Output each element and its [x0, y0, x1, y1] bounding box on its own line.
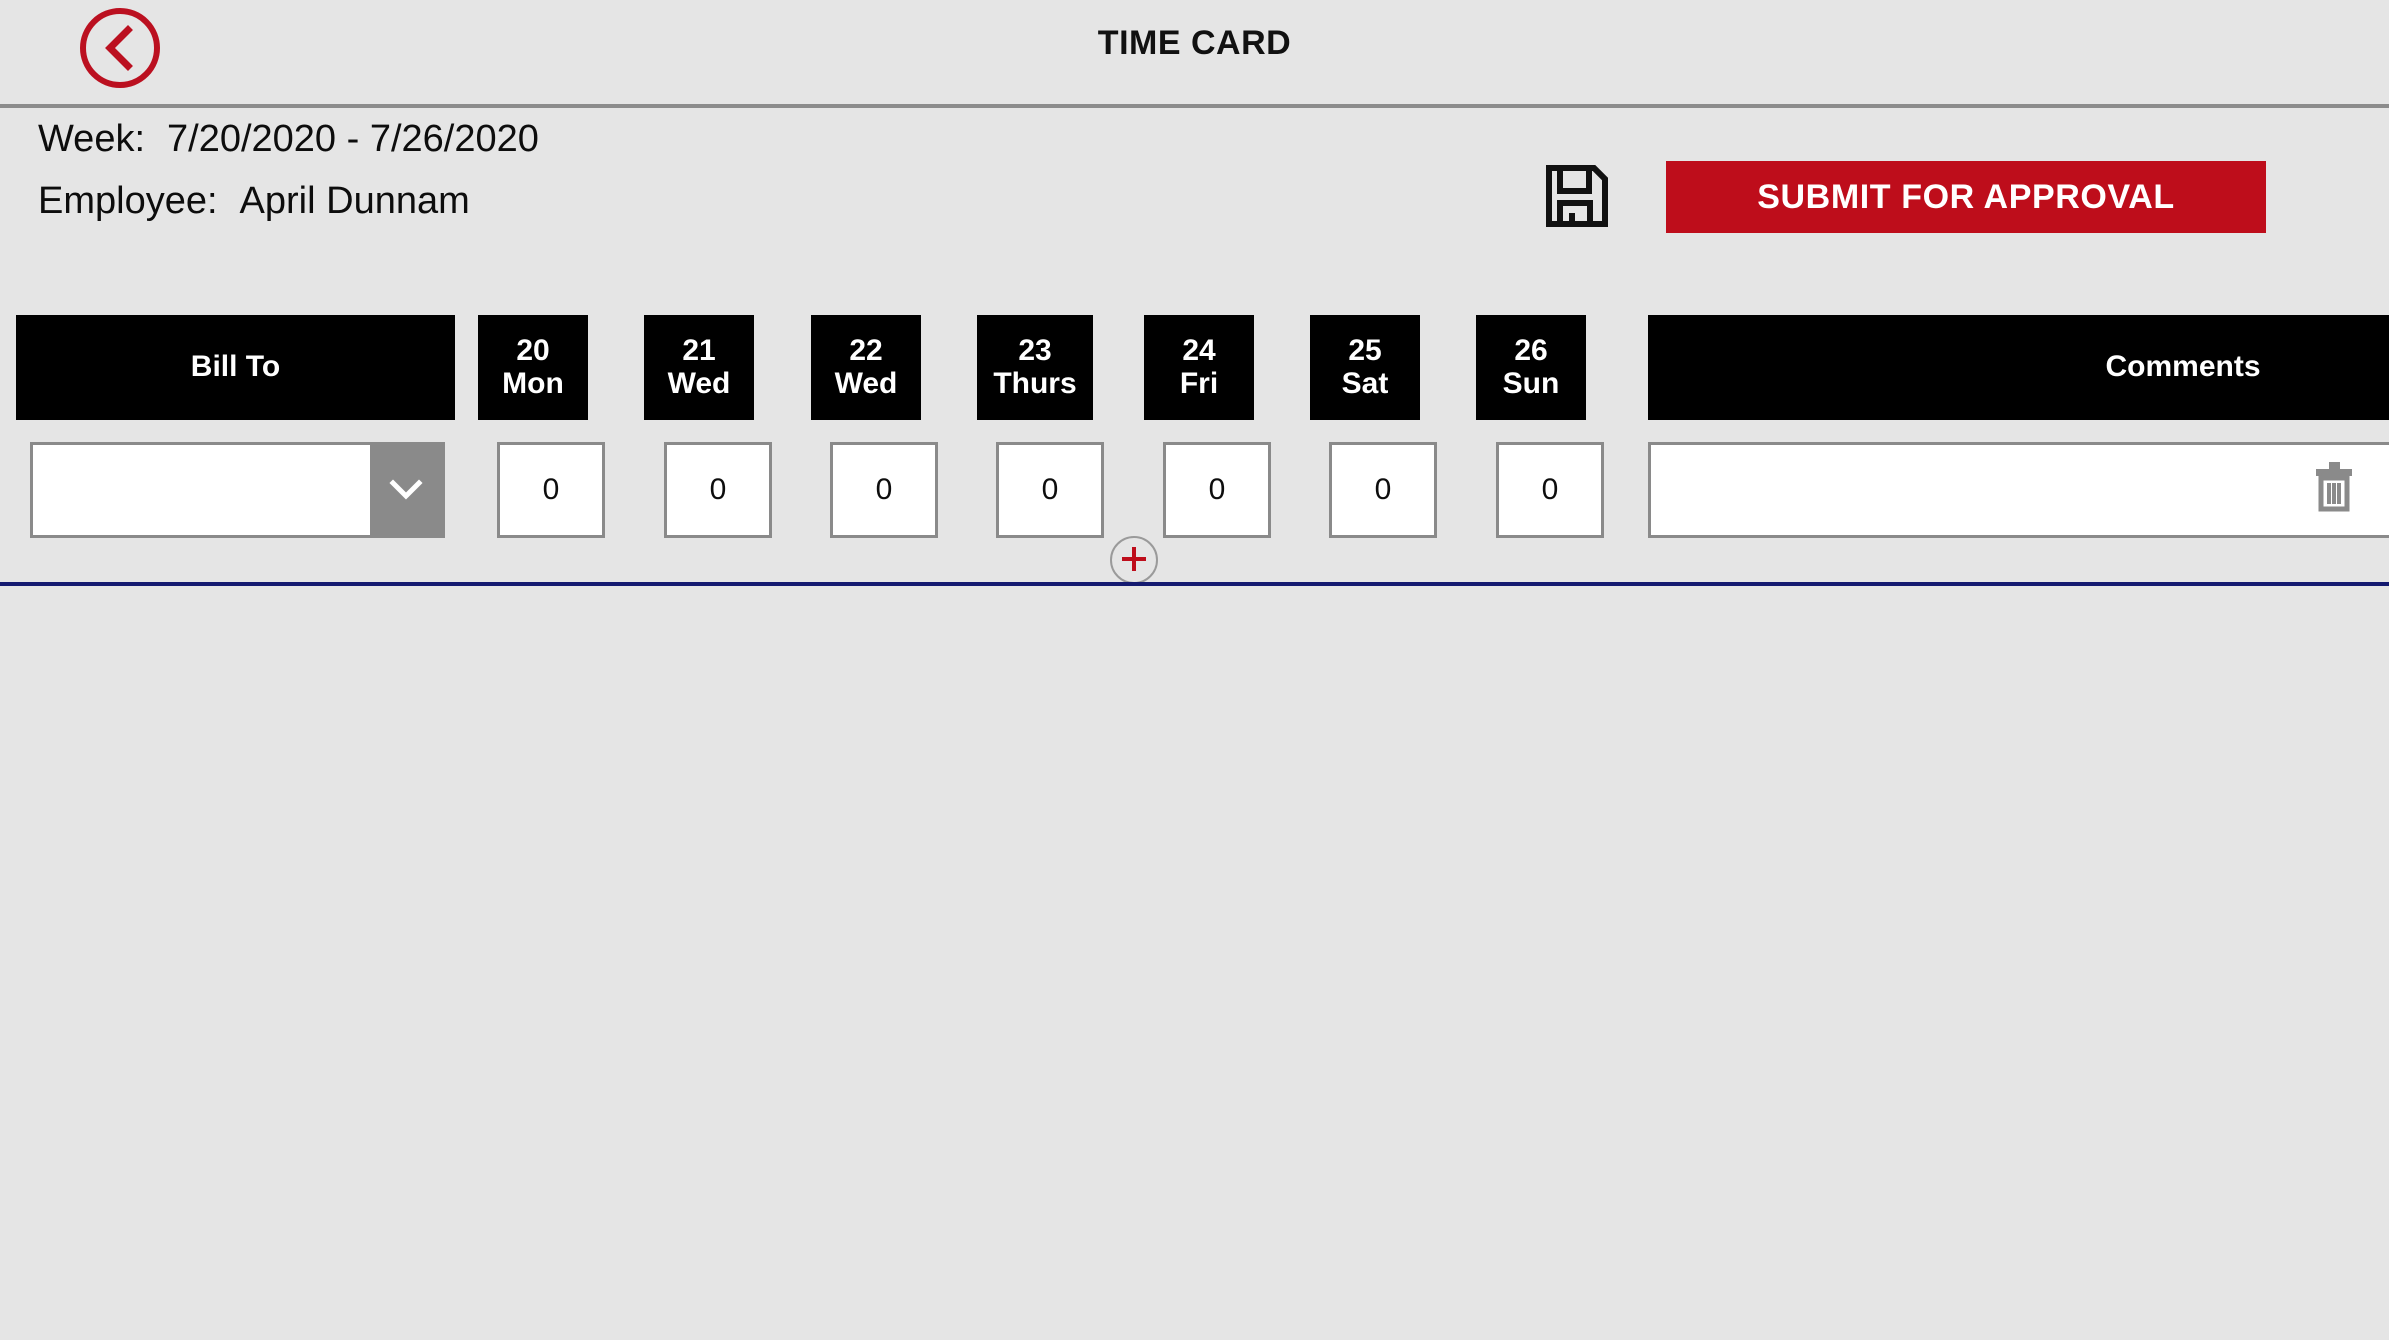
title-bar: TIME CARD: [0, 0, 2389, 104]
page-title: TIME CARD: [1097, 24, 1292, 62]
trash-icon: [2313, 460, 2355, 515]
hours-input-sat[interactable]: [1329, 442, 1437, 538]
delete-row-button[interactable]: [2310, 456, 2358, 518]
column-header-sun: 26 Sun: [1476, 315, 1586, 420]
column-header-bill-to: Bill To: [16, 315, 455, 420]
comments-input[interactable]: [1648, 442, 2389, 538]
column-header-mon: 20 Mon: [478, 315, 588, 420]
header-divider: [0, 104, 2389, 108]
plus-icon: [1119, 544, 1149, 577]
employee-value: April Dunnam: [239, 180, 470, 222]
hours-input-fri[interactable]: [1163, 442, 1271, 538]
bill-to-dropdown[interactable]: [30, 442, 445, 538]
employee-label: Employee:: [38, 180, 218, 222]
column-header-sat: 25 Sat: [1310, 315, 1420, 420]
hours-input-wed[interactable]: [830, 442, 938, 538]
employee-row: Employee: April Dunnam: [38, 180, 539, 242]
column-header-wed: 22 Wed: [811, 315, 921, 420]
column-header-fri: 24 Fri: [1144, 315, 1254, 420]
time-card-app: TIME CARD Week: 7/20/2020 - 7/26/2020 Em…: [0, 0, 2389, 1340]
empty-body-area: [0, 586, 2389, 1340]
column-header-comments: Comments: [1648, 315, 2389, 420]
hours-input-sun[interactable]: [1496, 442, 1604, 538]
hours-input-tues[interactable]: [664, 442, 772, 538]
floppy-disk-save-icon: [1544, 163, 1610, 232]
column-header-tues: 21 Wed: [644, 315, 754, 420]
submit-for-approval-button[interactable]: SUBMIT FOR APPROVAL: [1666, 161, 2266, 233]
column-header-thurs: 23 Thurs: [977, 315, 1093, 420]
hours-input-mon[interactable]: [497, 442, 605, 538]
bill-to-value: [33, 445, 370, 535]
chevron-down-icon[interactable]: [370, 445, 442, 535]
timecard-grid: Bill To 20 Mon 21 Wed 22 Wed 23 Thurs 24…: [0, 315, 2389, 538]
hours-input-thurs[interactable]: [996, 442, 1104, 538]
grid-header-row: Bill To 20 Mon 21 Wed 22 Wed 23 Thurs 24…: [0, 315, 2389, 420]
timecard-meta: Week: 7/20/2020 - 7/26/2020 Employee: Ap…: [38, 118, 539, 242]
add-row-button[interactable]: [1110, 536, 1158, 584]
week-value: 7/20/2020 - 7/26/2020: [167, 118, 539, 160]
week-row: Week: 7/20/2020 - 7/26/2020: [38, 118, 539, 180]
save-button[interactable]: [1535, 155, 1619, 239]
table-row: [0, 442, 2389, 538]
week-label: Week:: [38, 118, 146, 160]
